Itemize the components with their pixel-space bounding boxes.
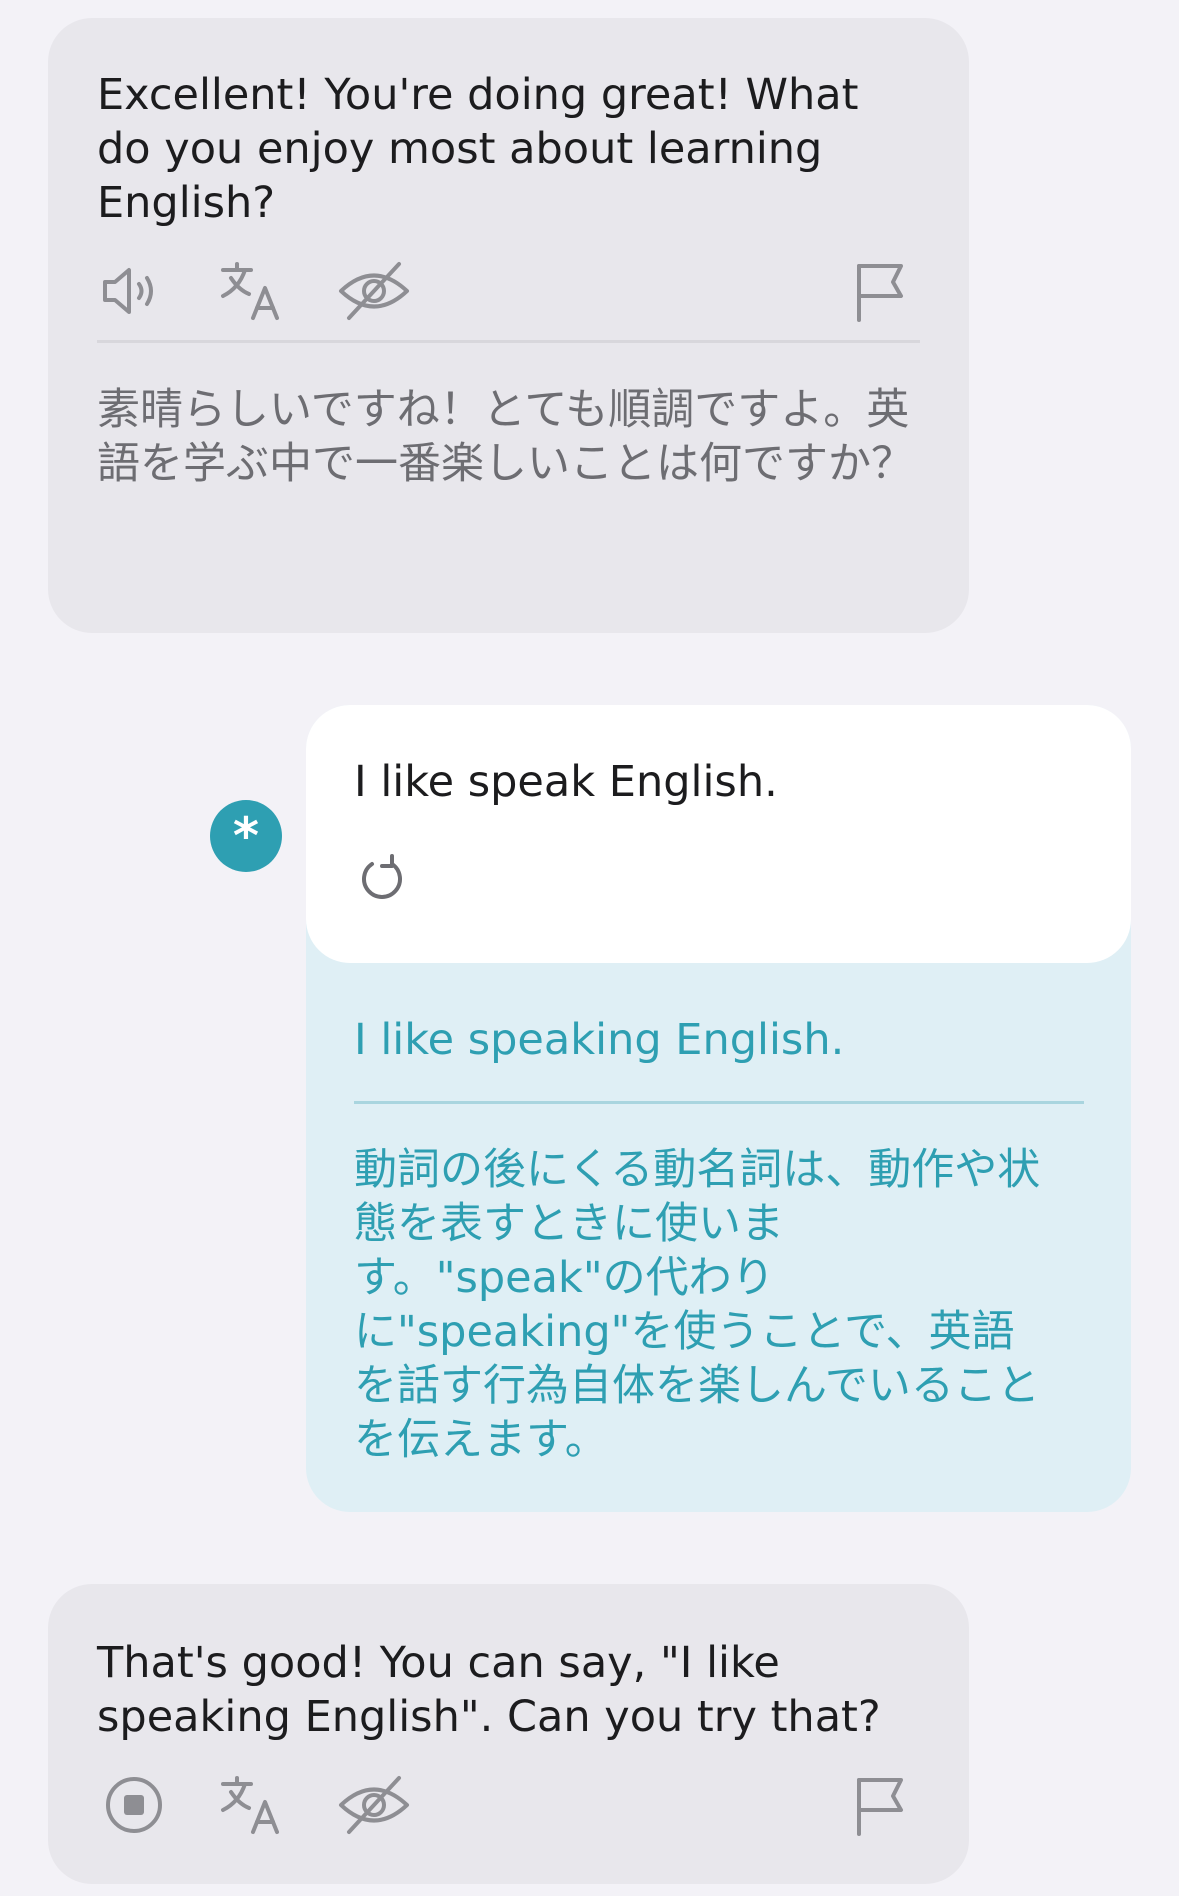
ai-message-text: Excellent! You're doing great! What do y… xyxy=(97,70,859,228)
ai-message-text: That's good! You can say, "I like speaki… xyxy=(97,1638,881,1742)
message-actions xyxy=(97,1768,920,1848)
stop-icon[interactable] xyxy=(97,1768,171,1842)
ai-message-bubble: That's good! You can say, "I like speaki… xyxy=(48,1584,969,1884)
user-message-bubble: I like speak English. xyxy=(306,705,1131,963)
retry-icon[interactable] xyxy=(354,850,410,906)
user-avatar: * xyxy=(210,800,282,872)
correction-explanation: 動詞の後にくる動名詞は、動作や状 態を表すときに使いま す。"speak"の代わ… xyxy=(354,1145,1041,1465)
message-actions xyxy=(97,254,920,334)
ai-message-translation: 素晴らしいですね！とても順調ですよ。英語を学ぶ中で一番楽しいことは何ですか？ xyxy=(97,385,914,489)
speaker-icon[interactable] xyxy=(97,254,171,328)
user-message-text: I like speak English. xyxy=(354,757,778,807)
correction-divider xyxy=(354,1101,1084,1104)
translate-icon[interactable] xyxy=(217,254,291,328)
ai-message-bubble: Excellent! You're doing great! What do y… xyxy=(48,18,969,633)
corrected-text: I like speaking English. xyxy=(354,1015,845,1065)
user-message-group: I like speaking English. 動詞の後にくる動名詞は、動作や… xyxy=(306,705,1131,1512)
eye-slash-icon[interactable] xyxy=(337,1768,411,1842)
flag-icon[interactable] xyxy=(845,1768,919,1842)
eye-slash-icon[interactable] xyxy=(337,254,411,328)
flag-icon[interactable] xyxy=(845,254,919,328)
translate-icon[interactable] xyxy=(217,1768,291,1842)
